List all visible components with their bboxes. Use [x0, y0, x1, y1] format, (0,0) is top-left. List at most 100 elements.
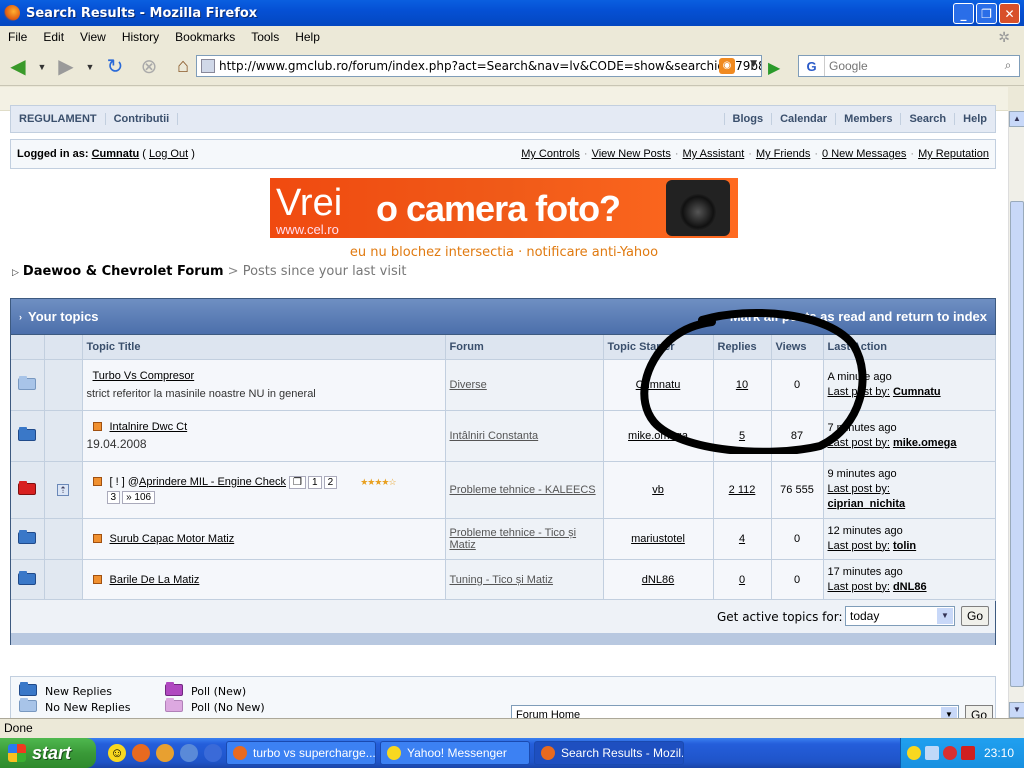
menu-history[interactable]: History — [114, 30, 167, 44]
winamp-icon[interactable] — [156, 744, 174, 762]
page-link[interactable]: 3 — [106, 490, 121, 504]
last-post-author[interactable]: tolin — [893, 540, 916, 552]
topic-replies-link[interactable]: 4 — [739, 533, 745, 545]
my-assistant-link[interactable]: My Assistant — [683, 148, 745, 160]
last-post-label[interactable]: Last post by: — [828, 437, 890, 449]
last-post-label[interactable]: Last post by: — [828, 540, 890, 552]
google-engine-icon[interactable]: G — [799, 56, 825, 76]
nav-help[interactable]: Help — [954, 113, 995, 125]
topic-forum-link[interactable]: Intâlniri Constanta — [450, 430, 539, 442]
topic-forum-link[interactable]: Probleme tehnice - KALEECS — [450, 484, 596, 496]
ad-banner[interactable]: Vrei o camera foto? www.cel.ro — [270, 178, 738, 238]
forum-jump-go-button[interactable]: Go — [965, 705, 993, 718]
breadcrumb-forum[interactable]: Daewoo & Chevrolet Forum — [23, 264, 224, 279]
menu-help[interactable]: Help — [287, 30, 328, 44]
active-topics-go-button[interactable]: Go — [961, 606, 989, 626]
link-nu-blochez[interactable]: eu nu blochez intersectia — [350, 245, 514, 260]
link-anti-yahoo[interactable]: notificare anti-Yahoo — [526, 245, 658, 260]
yahoo-smiley-icon[interactable]: ☺ — [108, 744, 126, 762]
last-post-author[interactable]: mike.omega — [893, 437, 957, 449]
username-link[interactable]: Cumnatu — [92, 148, 140, 160]
topic-title-link[interactable]: Aprindere MIL - Engine Check — [139, 476, 286, 488]
last-post-author[interactable]: dNL86 — [893, 581, 927, 593]
chevron-down-icon[interactable]: ▼ — [941, 707, 957, 718]
topic-replies-link[interactable]: 10 — [736, 379, 748, 391]
menu-file[interactable]: File — [0, 30, 35, 44]
url-bar[interactable]: http://www.gmclub.ro/forum/index.php?act… — [196, 55, 762, 77]
start-button[interactable]: start — [0, 738, 96, 768]
last-page-link[interactable]: » 106 — [122, 490, 156, 504]
last-post-author[interactable]: ciprian_nichita — [828, 498, 906, 510]
new-post-icon[interactable] — [92, 574, 102, 584]
last-post-label[interactable]: Last post by: — [828, 483, 890, 495]
back-history-dropdown-icon[interactable]: ▼ — [36, 53, 48, 81]
scroll-down-icon[interactable]: ▼ — [1009, 702, 1024, 718]
search-magnifier-icon[interactable]: ⌕ — [999, 58, 1017, 74]
topic-replies-link[interactable]: 0 — [739, 574, 745, 586]
topic-starter-link[interactable]: vb — [652, 484, 664, 496]
new-messages-link[interactable]: 0 New Messages — [822, 148, 906, 160]
rss-feed-icon[interactable]: ◉ — [719, 58, 735, 74]
page-scrollbar[interactable]: ▲ ▼ — [1008, 111, 1024, 718]
last-post-label[interactable]: Last post by: — [828, 581, 890, 593]
topic-forum-link[interactable]: Diverse — [450, 379, 487, 391]
my-friends-link[interactable]: My Friends — [756, 148, 810, 160]
menu-tools[interactable]: Tools — [243, 30, 287, 44]
nav-calendar[interactable]: Calendar — [771, 113, 835, 125]
scrollbar-thumb[interactable] — [1010, 201, 1024, 687]
menu-bookmarks[interactable]: Bookmarks — [167, 30, 243, 44]
multipage-icon[interactable]: ❐ — [289, 475, 306, 489]
chevron-down-icon[interactable]: ▼ — [937, 608, 953, 624]
menu-view[interactable]: View — [72, 30, 114, 44]
forward-history-dropdown-icon[interactable]: ▼ — [84, 53, 96, 81]
task-button-active[interactable]: Search Results - Mozil... — [534, 741, 684, 765]
topic-starter-link[interactable]: dNL86 — [642, 574, 674, 586]
collapse-arrow-icon[interactable]: › — [19, 312, 22, 322]
topic-starter-link[interactable]: Cumnatu — [636, 379, 681, 391]
view-new-posts-link[interactable]: View New Posts — [592, 148, 671, 160]
topic-replies-link[interactable]: 5 — [739, 430, 745, 442]
close-button[interactable]: ✕ — [999, 3, 1020, 24]
firefox-launch-icon[interactable] — [132, 744, 150, 762]
yahoo-tray-icon[interactable] — [907, 746, 921, 760]
topic-title-link[interactable]: Turbo Vs Compresor — [93, 370, 195, 382]
search-input[interactable] — [825, 57, 989, 75]
network-icon[interactable] — [925, 746, 939, 760]
last-post-label[interactable]: Last post by: — [828, 386, 890, 398]
new-post-icon[interactable] — [92, 476, 102, 486]
topic-title-link[interactable]: Barile De La Matiz — [110, 574, 200, 586]
topic-starter-link[interactable]: mariustotel — [631, 533, 685, 545]
nav-regulament[interactable]: REGULAMENT — [11, 113, 106, 125]
nav-blogs[interactable]: Blogs — [723, 113, 772, 125]
task-button[interactable]: turbo vs supercharge... — [226, 741, 376, 765]
topic-title-link[interactable]: Surub Capac Motor Matiz — [110, 533, 235, 545]
forum-jump-select[interactable]: Forum Home ▼ — [511, 705, 959, 718]
ie-icon[interactable] — [204, 744, 222, 762]
page-link[interactable]: 2 — [323, 475, 338, 489]
menu-edit[interactable]: Edit — [35, 30, 72, 44]
last-post-author[interactable]: Cumnatu — [893, 386, 941, 398]
app-launch-icon[interactable] — [180, 744, 198, 762]
topic-starter-link[interactable]: mike.omega — [628, 430, 688, 442]
my-reputation-link[interactable]: My Reputation — [918, 148, 989, 160]
new-post-icon[interactable] — [92, 533, 102, 543]
restore-button[interactable]: ❐ — [976, 3, 997, 24]
mark-all-read-link[interactable]: Mark all posts as read and return to ind… — [730, 309, 987, 324]
topic-title-link[interactable]: Intalnire Dwc Ct — [110, 421, 188, 433]
topic-replies-link[interactable]: 2 112 — [729, 484, 756, 496]
home-icon[interactable]: ⌂ — [168, 53, 198, 81]
page-link[interactable]: 1 — [308, 475, 322, 489]
scroll-up-icon[interactable]: ▲ — [1009, 111, 1024, 127]
back-arrow-icon[interactable]: ◀ — [4, 53, 32, 81]
nav-contributii[interactable]: Contributii — [105, 113, 179, 125]
new-post-icon[interactable] — [92, 421, 102, 431]
task-button[interactable]: Yahoo! Messenger — [380, 741, 530, 765]
nav-members[interactable]: Members — [835, 113, 900, 125]
topic-forum-link[interactable]: Tuning - Tico și Matiz — [450, 574, 554, 586]
my-controls-link[interactable]: My Controls — [521, 148, 580, 160]
nav-search[interactable]: Search — [900, 113, 954, 125]
go-arrow-icon[interactable]: ▶ — [768, 58, 780, 78]
active-topics-select[interactable]: today ▼ — [845, 606, 955, 626]
antivirus-icon[interactable] — [943, 746, 957, 760]
reload-icon[interactable]: ↻ — [100, 53, 130, 81]
